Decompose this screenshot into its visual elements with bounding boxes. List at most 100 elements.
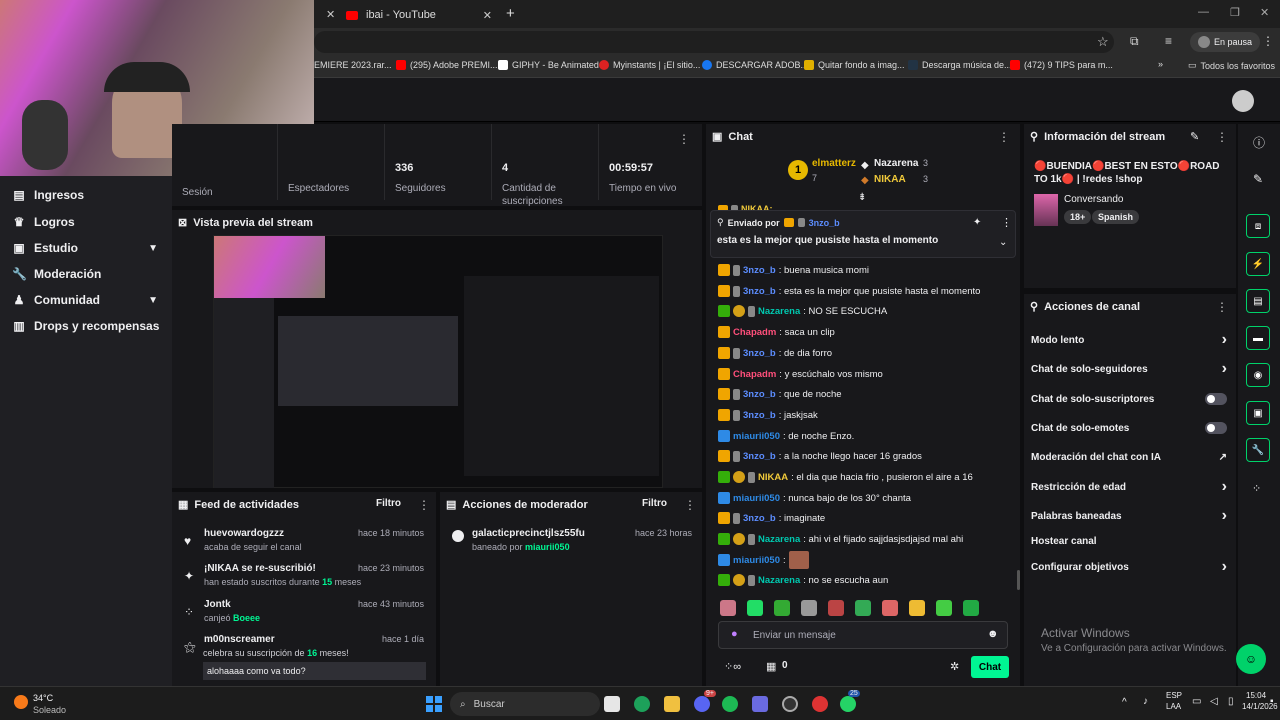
media-icon[interactable]: ≡ <box>1165 34 1172 48</box>
bookmark-item[interactable]: (295) Adobe PREMI... <box>396 60 498 70</box>
quick-emote-icon[interactable] <box>720 600 736 616</box>
help-assistant-button[interactable]: ☺ <box>1236 644 1266 674</box>
notifications-icon[interactable]: ▪ <box>1270 696 1274 707</box>
leaderboard-name[interactable]: NIKAA <box>874 174 906 185</box>
chat-username[interactable]: Chapadm <box>733 327 776 338</box>
taskbar-search[interactable]: ⌕ Buscar <box>450 692 600 716</box>
chat-settings-icon[interactable]: ✲ <box>950 660 959 673</box>
battery-icon[interactable]: ▯ <box>1228 696 1234 707</box>
sidebar-item-drops[interactable]: ▥ Drops y recompensas <box>0 313 172 339</box>
chat-message[interactable]: 3nzo_b: jaskjsak <box>718 405 818 425</box>
channel-action-2[interactable]: Chat de solo-seguidores › <box>1031 358 1227 380</box>
chat-message[interactable]: miaurii050: <box>718 550 809 570</box>
discord-icon[interactable] <box>694 696 710 712</box>
sidebar-item-estudio[interactable]: ▣ Estudio ▼ <box>0 235 172 261</box>
mod-action-item[interactable]: galacticprecinctjlsz55fu hace 23 horas b… <box>440 528 702 558</box>
channel-action-7[interactable]: Palabras baneadas › <box>1031 505 1227 527</box>
tab-close-icon[interactable]: ✕ <box>326 8 335 21</box>
bookmark-item[interactable]: (472) 9 TIPS para m... <box>1010 60 1113 70</box>
edit-icon[interactable]: ✎ <box>1190 130 1199 143</box>
sidebar-item-logros[interactable]: ♛ Logros <box>0 209 172 235</box>
chat-message[interactable]: Nazarena: ahi vi el fijado sajjdasjsdjaj… <box>718 529 963 549</box>
chat-username[interactable]: 3nzo_b <box>743 286 776 297</box>
quick-emote-icon[interactable] <box>855 600 871 616</box>
chat-message[interactable]: 3nzo_b: esta es la mejor que pusiste has… <box>718 281 980 301</box>
channel-action-3[interactable]: Chat de solo-suscriptores <box>1031 388 1227 410</box>
community-points-icon[interactable]: ⁘∞ <box>724 660 741 673</box>
channel-action-5[interactable]: Moderación del chat con IA ↗ <box>1031 446 1227 468</box>
mod-menu-icon[interactable]: ⋮ <box>684 498 696 512</box>
chat-username[interactable]: 3nzo_b <box>743 265 776 276</box>
feed-filter-button[interactable]: Filtro <box>376 498 401 509</box>
app-record-icon[interactable] <box>812 696 828 712</box>
star-icon[interactable]: ☆ <box>1097 34 1109 50</box>
quick-emote-icon[interactable] <box>828 600 844 616</box>
browser-menu-icon[interactable]: ⋮ <box>1262 34 1274 48</box>
quick-emote-icon[interactable] <box>963 600 979 616</box>
chat-message[interactable]: 3nzo_b: buena musica momi <box>718 260 869 280</box>
chat-input[interactable]: ● Enviar un mensaje ☻ <box>718 621 1008 649</box>
quick-action-mod-icon[interactable]: 🔧 <box>1246 438 1270 462</box>
emote-picker-icon[interactable]: ☻ <box>987 628 999 640</box>
chat-username[interactable]: 3nzo_b <box>743 348 776 359</box>
quick-emote-icon[interactable] <box>801 600 817 616</box>
weather-temp[interactable]: 34°C <box>33 693 53 703</box>
channel-action-8[interactable]: Hostear canal <box>1031 530 1227 552</box>
toggle-switch[interactable] <box>1205 422 1227 434</box>
quick-action-raid-icon[interactable]: ▣ <box>1246 401 1270 425</box>
quick-action-ad-icon[interactable]: ⚡ <box>1246 252 1270 276</box>
chat-menu-icon[interactable]: ⋮ <box>998 130 1010 144</box>
tray-chevron-icon[interactable]: ^ <box>1122 697 1127 708</box>
bookmark-item[interactable]: Quitar fondo a imag... <box>804 60 905 70</box>
all-bookmarks-folder[interactable]: ▭ Todos los favoritos <box>1188 60 1275 71</box>
chat-message[interactable]: miaurii050: nunca bajo de los 30° chanta <box>718 488 911 508</box>
chat-username[interactable]: 3nzo_b <box>743 513 776 524</box>
close-window-icon[interactable]: ✕ <box>1260 6 1269 19</box>
chat-username[interactable]: NIKAA <box>758 472 788 483</box>
more-bookmarks-icon[interactable]: » <box>1158 59 1163 69</box>
windows-start-icon[interactable] <box>426 696 442 712</box>
chat-message[interactable]: miaurii050: de noche Enzo. <box>718 426 854 446</box>
chat-username[interactable]: miaurii050 <box>733 431 780 442</box>
whatsapp-icon[interactable] <box>840 696 856 712</box>
channel-action-1[interactable]: Modo lento › <box>1031 329 1227 351</box>
chat-message[interactable]: Chapadm: saca un clip <box>718 322 835 342</box>
feed-item[interactable]: ♥ huevowardogzzz hace 18 minutos acaba d… <box>172 528 434 564</box>
sidebar-item-moderacion[interactable]: 🔧 Moderación <box>0 261 172 287</box>
send-chat-button[interactable]: Chat <box>971 656 1009 678</box>
mic-tray-icon[interactable]: ♪ <box>1143 696 1148 707</box>
extensions-icon[interactable]: ⧉ <box>1130 34 1139 49</box>
file-explorer-icon[interactable] <box>604 696 620 712</box>
spotify-icon[interactable] <box>722 696 738 712</box>
minimize-icon[interactable]: — <box>1198 6 1209 18</box>
chevron-down-icon[interactable]: ⌄ <box>999 237 1007 248</box>
quick-action-add-icon[interactable]: ⁘ <box>1252 482 1261 495</box>
chat-message[interactable]: Nazarena: NO SE ESCUCHA <box>718 301 887 321</box>
obs-icon[interactable] <box>782 696 798 712</box>
quick-emote-icon[interactable] <box>909 600 925 616</box>
collapse-leaderboard-icon[interactable]: ⇟ <box>858 192 866 203</box>
store-icon[interactable]: ▦ <box>766 660 776 673</box>
user-avatar[interactable] <box>1232 90 1254 112</box>
leaderboard-name[interactable]: elmatterz <box>812 158 856 169</box>
quick-emote-icon[interactable] <box>774 600 790 616</box>
chat-username[interactable]: Nazarena <box>758 534 800 545</box>
channel-action-9[interactable]: Configurar objetivos › <box>1031 556 1227 578</box>
bookmark-item[interactable]: EMIERE 2023.rar... <box>314 60 392 70</box>
quick-action-broadcast-icon[interactable]: ◉ <box>1246 363 1270 387</box>
network-icon[interactable]: ▭ <box>1192 696 1201 707</box>
info-icon[interactable]: ⓘ <box>1253 134 1265 151</box>
chat-message[interactable]: NIKAA: el dia que hacia frio , pusieron … <box>718 467 973 487</box>
bookmark-item[interactable]: Myinstants | ¡El sitio... <box>599 60 700 70</box>
chat-username[interactable]: 3nzo_b <box>743 410 776 421</box>
tab-close-icon[interactable]: ✕ <box>483 9 492 22</box>
url-field[interactable] <box>314 31 1114 53</box>
folder-icon[interactable] <box>664 696 680 712</box>
toggle-switch[interactable] <box>1205 393 1227 405</box>
channel-action-4[interactable]: Chat de solo-emotes <box>1031 417 1227 439</box>
category-thumbnail[interactable] <box>1034 194 1058 226</box>
browser-tab-youtube[interactable]: ibai - YouTube ✕ <box>346 4 496 26</box>
channel-actions-menu-icon[interactable]: ⋮ <box>1216 300 1228 314</box>
clock-time[interactable]: 15:04 <box>1246 691 1266 700</box>
pinned-menu-icon[interactable]: ⋮ <box>1001 216 1012 229</box>
